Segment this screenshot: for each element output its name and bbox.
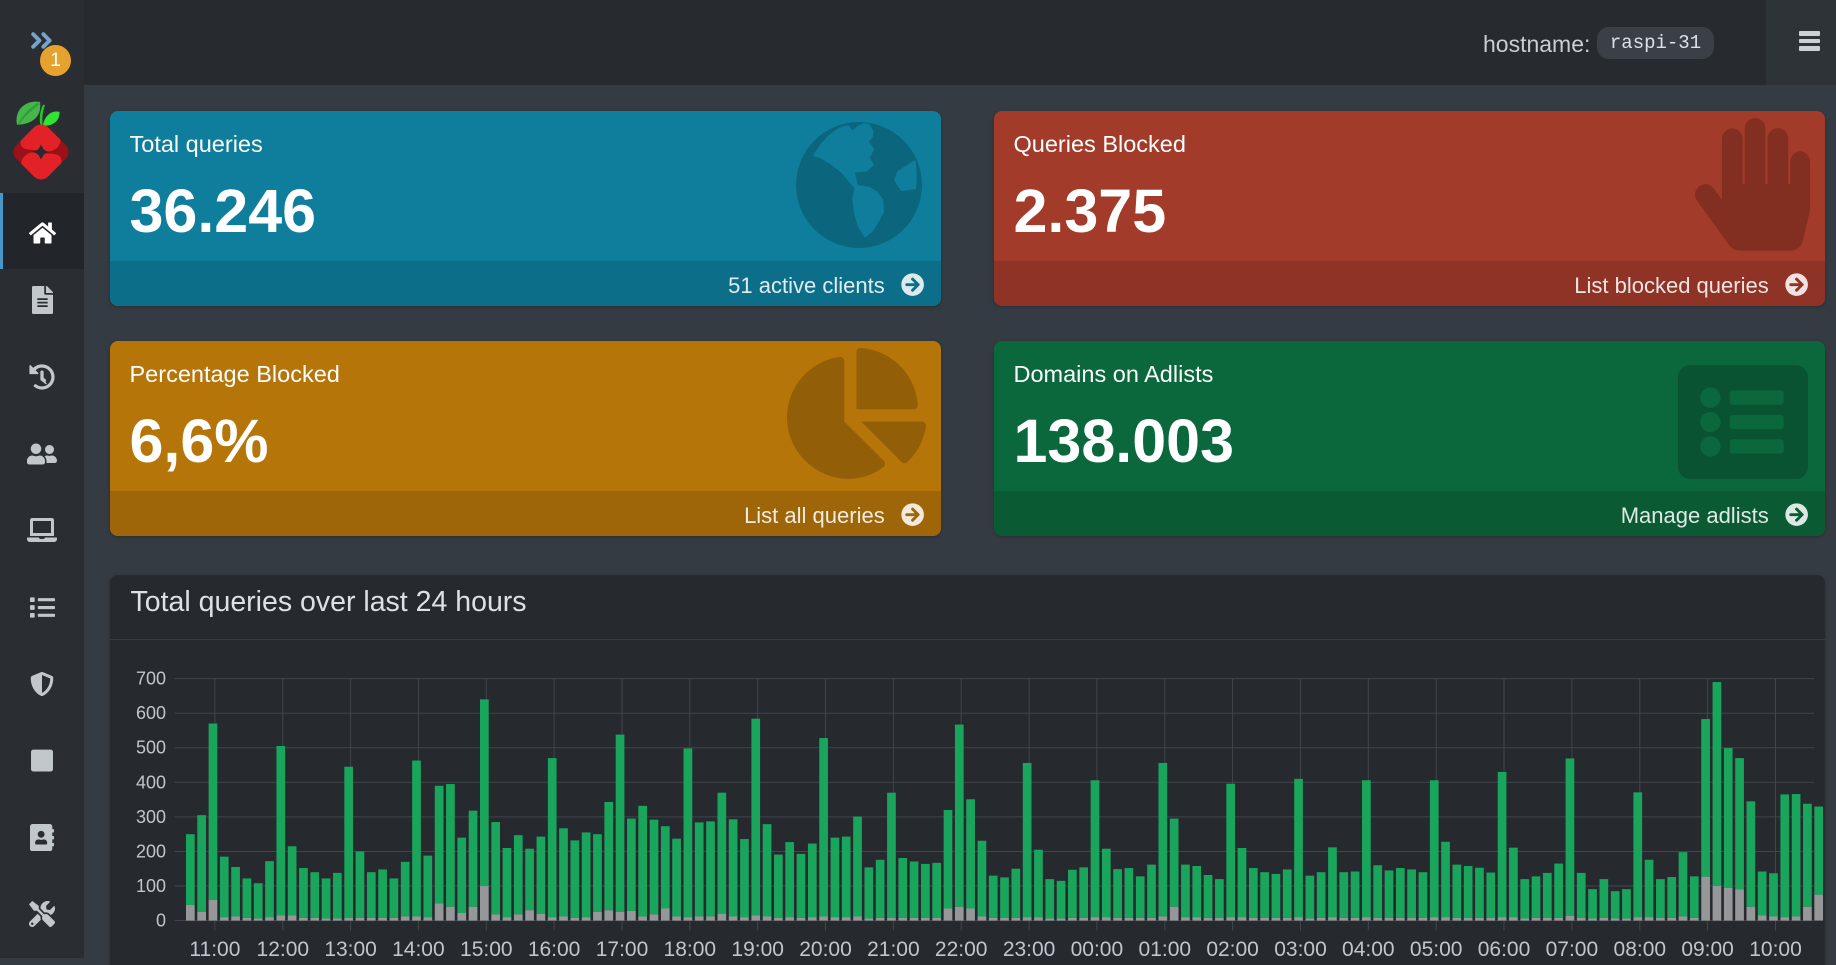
svg-text:11:00: 11:00 bbox=[189, 938, 240, 958]
svg-text:400: 400 bbox=[136, 772, 166, 792]
svg-text:17:00: 17:00 bbox=[596, 938, 649, 958]
svg-text:100: 100 bbox=[136, 876, 166, 896]
svg-text:03:00: 03:00 bbox=[1274, 938, 1327, 958]
svg-text:00:00: 00:00 bbox=[1071, 938, 1124, 958]
svg-text:01:00: 01:00 bbox=[1139, 938, 1192, 958]
svg-text:02:00: 02:00 bbox=[1206, 938, 1259, 958]
svg-text:12:00: 12:00 bbox=[257, 938, 310, 958]
svg-text:200: 200 bbox=[136, 842, 166, 862]
svg-text:20:00: 20:00 bbox=[799, 938, 852, 958]
svg-text:23:00: 23:00 bbox=[1003, 938, 1056, 958]
svg-text:0: 0 bbox=[156, 911, 166, 931]
svg-text:16:00: 16:00 bbox=[528, 938, 581, 958]
svg-text:700: 700 bbox=[136, 669, 166, 689]
svg-text:07:00: 07:00 bbox=[1546, 938, 1599, 958]
svg-text:05:00: 05:00 bbox=[1410, 938, 1463, 958]
svg-text:13:00: 13:00 bbox=[324, 938, 377, 958]
svg-text:500: 500 bbox=[136, 738, 166, 758]
svg-text:10:00: 10:00 bbox=[1749, 938, 1802, 958]
svg-text:09:00: 09:00 bbox=[1681, 938, 1734, 958]
svg-text:19:00: 19:00 bbox=[731, 938, 784, 958]
svg-text:18:00: 18:00 bbox=[664, 938, 717, 958]
svg-text:14:00: 14:00 bbox=[392, 938, 445, 958]
svg-text:600: 600 bbox=[136, 703, 166, 723]
svg-text:06:00: 06:00 bbox=[1478, 938, 1531, 958]
svg-text:08:00: 08:00 bbox=[1614, 938, 1667, 958]
svg-text:22:00: 22:00 bbox=[935, 938, 988, 958]
svg-text:300: 300 bbox=[136, 807, 166, 827]
svg-text:21:00: 21:00 bbox=[867, 938, 920, 958]
svg-text:15:00: 15:00 bbox=[460, 938, 513, 958]
svg-text:04:00: 04:00 bbox=[1342, 938, 1395, 958]
